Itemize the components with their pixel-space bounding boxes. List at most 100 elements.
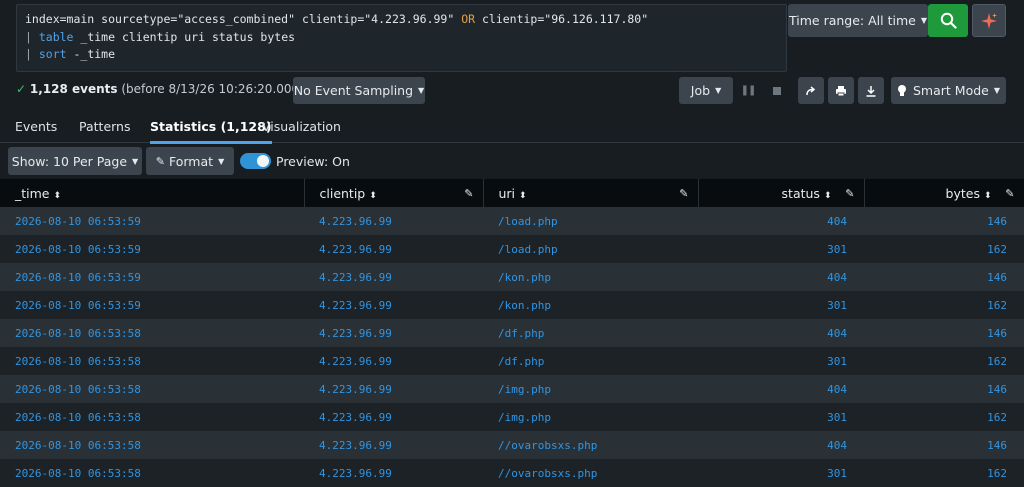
- table-row: 2026-08-10 06:53:59 4.223.96.99/kon.php 30…: [0, 291, 1024, 319]
- table-cell-status[interactable]: 404: [698, 263, 864, 291]
- table-cell-time[interactable]: 2026-08-10 06:53:59: [0, 207, 304, 235]
- table-cell-clientip[interactable]: 4.223.96.99: [304, 291, 483, 319]
- table-cell-bytes[interactable]: 162: [864, 403, 1024, 431]
- rows-per-page-label: Show: 10 Per Page: [11, 153, 128, 169]
- table-cell-time[interactable]: 2026-08-10 06:53:59: [0, 263, 304, 291]
- search-mode-dropdown[interactable]: Smart Mode ▼: [891, 77, 1006, 104]
- sampling-label: No Event Sampling: [293, 83, 414, 98]
- table-cell-clientip[interactable]: 4.223.96.99: [304, 235, 483, 263]
- pause-button[interactable]: ❚❚: [737, 77, 759, 104]
- table-cell-status[interactable]: 404: [698, 431, 864, 459]
- table-cell-bytes[interactable]: 162: [864, 291, 1024, 319]
- chevron-down-icon: ▼: [920, 16, 927, 25]
- job-menu-button[interactable]: Job ▼: [679, 77, 733, 104]
- query-token: index=main sourcetype="access_combined" …: [25, 12, 462, 26]
- table-cell-uri[interactable]: /load.php: [483, 207, 698, 235]
- event-sampling-dropdown[interactable]: No Event Sampling ▼: [293, 77, 425, 104]
- sort-icon[interactable]: ⬍: [824, 191, 832, 201]
- table-cell-bytes[interactable]: 146: [864, 319, 1024, 347]
- table-cell-status[interactable]: 301: [698, 235, 864, 263]
- table-cell-time[interactable]: 2026-08-10 06:53:59: [0, 291, 304, 319]
- table-cell-bytes[interactable]: 162: [864, 235, 1024, 263]
- column-header-uri[interactable]: uri ⬍ ✎: [483, 179, 699, 207]
- stop-icon: [773, 86, 781, 95]
- table-cell-time[interactable]: 2026-08-10 06:53:59: [0, 235, 304, 263]
- pencil-icon[interactable]: ✎: [679, 187, 688, 200]
- tab-events[interactable]: Events: [15, 119, 57, 134]
- column-label: status: [781, 185, 820, 201]
- preview-toggle[interactable]: [240, 153, 271, 169]
- lightbulb-icon: [898, 85, 906, 96]
- share-button[interactable]: [798, 77, 824, 104]
- table-cell-clientip[interactable]: 4.223.96.99: [304, 431, 483, 459]
- download-icon: [866, 85, 876, 97]
- table-cell-uri[interactable]: /img.php: [483, 403, 698, 431]
- toggle-knob: [257, 155, 269, 167]
- sort-icon[interactable]: ⬍: [369, 191, 377, 201]
- table-cell-clientip[interactable]: 4.223.96.99: [304, 375, 483, 403]
- chevron-down-icon: ▼: [218, 156, 225, 166]
- table-cell-status[interactable]: 404: [698, 375, 864, 403]
- pencil-icon[interactable]: ✎: [1005, 187, 1014, 200]
- query-token: OR: [461, 12, 476, 26]
- table-cell-time[interactable]: 2026-08-10 06:53:58: [0, 347, 304, 375]
- column-label: bytes: [945, 185, 980, 201]
- table-cell-clientip[interactable]: 4.223.96.99: [304, 403, 483, 431]
- search-query-text[interactable]: index=main sourcetype="access_combined" …: [17, 5, 786, 70]
- sort-icon[interactable]: ⬍: [54, 191, 62, 201]
- tab-statistics[interactable]: Statistics (1,128): [150, 119, 272, 144]
- table-cell-uri[interactable]: /kon.php: [483, 263, 698, 291]
- table-cell-status[interactable]: 301: [698, 403, 864, 431]
- table-cell-uri[interactable]: /df.php: [483, 319, 698, 347]
- rows-per-page-dropdown[interactable]: Show: 10 Per Page ▼: [8, 147, 142, 175]
- table-cell-bytes[interactable]: 162: [864, 347, 1024, 375]
- table-row: 2026-08-10 06:53:58 4.223.96.99/img.php 40…: [0, 375, 1024, 403]
- table-cell-status[interactable]: 301: [698, 291, 864, 319]
- time-range-label: Time range: All time: [789, 13, 916, 28]
- table-cell-uri[interactable]: /df.php: [483, 347, 698, 375]
- table-cell-status[interactable]: 404: [698, 319, 864, 347]
- job-label: Job: [690, 83, 711, 98]
- column-header-status[interactable]: status ⬍ ✎: [698, 179, 865, 207]
- table-cell-status[interactable]: 404: [698, 207, 864, 235]
- pencil-icon[interactable]: ✎: [845, 187, 854, 200]
- table-cell-bytes[interactable]: 146: [864, 431, 1024, 459]
- table-cell-uri[interactable]: /load.php: [483, 235, 698, 263]
- column-header-time[interactable]: _time ⬍: [0, 179, 305, 207]
- tab-patterns[interactable]: Patterns: [79, 119, 130, 134]
- table-cell-clientip[interactable]: 4.223.96.99: [304, 263, 483, 291]
- stop-button[interactable]: [766, 77, 788, 104]
- table-cell-uri[interactable]: /kon.php: [483, 291, 698, 319]
- table-cell-time[interactable]: 2026-08-10 06:53:58: [0, 431, 304, 459]
- ai-assistant-button[interactable]: [972, 4, 1006, 37]
- table-row: 2026-08-10 06:53:58 4.223.96.99/df.php 301…: [0, 347, 1024, 375]
- table-cell-time[interactable]: 2026-08-10 06:53:58: [0, 375, 304, 403]
- table-cell-clientip[interactable]: 4.223.96.99: [304, 207, 483, 235]
- search-button[interactable]: [928, 4, 968, 37]
- pause-icon: ❚❚: [740, 85, 757, 96]
- export-button[interactable]: [858, 77, 884, 104]
- table-cell-clientip[interactable]: 4.223.96.99: [304, 319, 483, 347]
- column-header-clientip[interactable]: clientip ⬍ ✎: [304, 179, 484, 207]
- event-count-summary: ✓ 1,128 events (before 8/13/26 10:26:20.…: [16, 82, 325, 96]
- table-cell-bytes[interactable]: 146: [864, 263, 1024, 291]
- table-cell-uri[interactable]: //ovarobsxs.php: [483, 431, 698, 459]
- table-cell-status[interactable]: 301: [698, 347, 864, 375]
- column-header-bytes[interactable]: bytes ⬍ ✎: [864, 179, 1024, 207]
- time-range-picker[interactable]: Time range: All time ▼: [788, 4, 928, 37]
- sort-icon[interactable]: ⬍: [984, 191, 992, 201]
- tab-visualization[interactable]: Visualization: [262, 119, 341, 134]
- table-cell-bytes[interactable]: 146: [864, 375, 1024, 403]
- search-query-editor[interactable]: index=main sourcetype="access_combined" …: [16, 4, 787, 72]
- table-cell-time[interactable]: 2026-08-10 06:53:58: [0, 319, 304, 347]
- print-button[interactable]: [828, 77, 854, 104]
- table-cell-clientip[interactable]: 4.223.96.99: [304, 347, 483, 375]
- pencil-icon[interactable]: ✎: [464, 187, 473, 200]
- table-cell-time[interactable]: 2026-08-10 06:53:58: [0, 403, 304, 431]
- sort-icon[interactable]: ⬍: [519, 191, 527, 201]
- table-cell-bytes[interactable]: 146: [864, 207, 1024, 235]
- format-dropdown[interactable]: ✎ Format ▼: [146, 147, 234, 175]
- sparkle-icon: [981, 12, 997, 29]
- pencil-icon: ✎: [155, 154, 165, 168]
- table-cell-uri[interactable]: /img.php: [483, 375, 698, 403]
